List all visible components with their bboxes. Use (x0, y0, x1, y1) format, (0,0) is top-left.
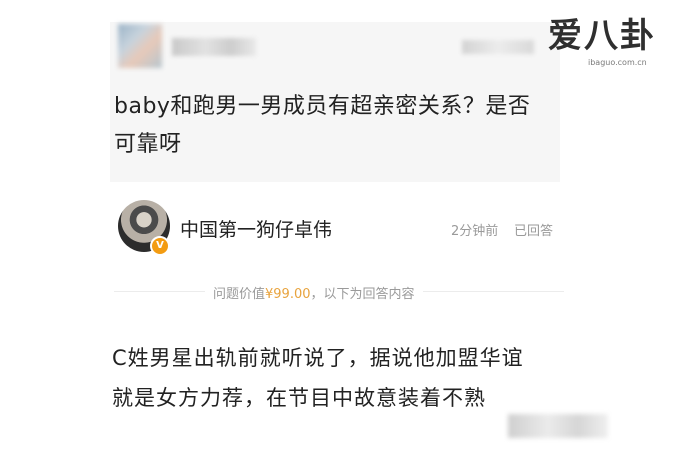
footer-blurred (508, 414, 608, 438)
price-label: 问题价值 (213, 287, 266, 302)
question-line-2: 可靠呀 (114, 132, 182, 157)
watermark-url: ibaguo.com.cn (588, 58, 647, 67)
watermark-logo: 爱八卦 ibaguo.com.cn (548, 14, 680, 74)
answer-status: 已回答 (514, 224, 554, 239)
question-line-1: baby和跑男一男成员有超亲密关系？是否 (114, 94, 531, 119)
asker-meta-blurred (462, 40, 534, 54)
price-value: ¥99.00 (265, 287, 311, 302)
price-suffix: ，以下为回答内容 (310, 287, 415, 302)
answer-text: C姓男星出轨前就听说了，据说他加盟华谊 就是女方力荐，在节目中故意装着不熟 (112, 338, 572, 418)
watermark-brand: 爱八卦 (548, 16, 656, 56)
question-text: baby和跑男一男成员有超亲密关系？是否 可靠呀 (114, 88, 564, 164)
asker-name-blurred (172, 38, 256, 56)
qa-card: baby和跑男一男成员有超亲密关系？是否 可靠呀 爱八卦 ibaguo.com.… (0, 0, 690, 462)
question-price-info: 问题价值¥99.00，以下为回答内容 (205, 283, 423, 302)
answerer-name[interactable]: 中国第一狗仔卓伟 (180, 215, 332, 242)
asker-avatar-blurred (118, 24, 162, 68)
answer-time: 2分钟前 (451, 224, 499, 239)
answer-line-1: C姓男星出轨前就听说了，据说他加盟华谊 (112, 346, 524, 370)
verified-v-icon: V (150, 236, 170, 256)
answer-line-2: 就是女方力荐，在节目中故意装着不熟 (112, 386, 486, 410)
